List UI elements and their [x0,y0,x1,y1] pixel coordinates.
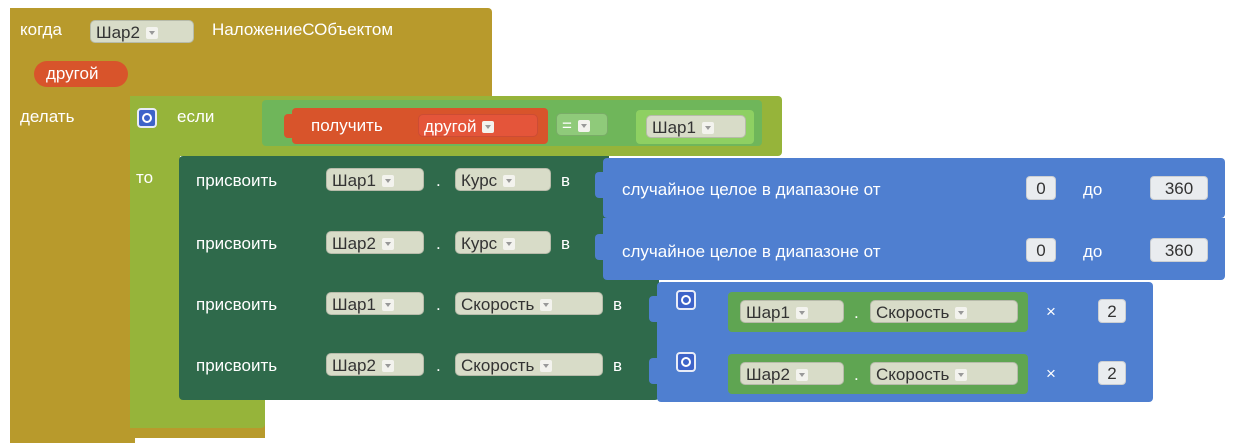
setter-property-dropdown[interactable]: Курс [455,168,551,191]
when-label: когда [20,20,62,39]
do-label: делать [20,107,75,126]
setter-label: присвоить [196,171,278,190]
if-mutator-gear-icon[interactable] [137,108,157,128]
get-variable-dropdown-label: другой [424,117,477,136]
component-dropdown-ball2[interactable]: Шар2 [90,20,194,43]
setter-property-label: Скорость [461,356,535,375]
getter-component-label: Шар1 [746,303,790,322]
dot-separator: . [854,365,859,384]
setter-property-label: Скорость [461,295,535,314]
get-variable-dropdown[interactable]: другой [418,114,538,137]
setter-label: присвоить [196,234,278,253]
multiply-factor-input[interactable]: 2 [1098,361,1126,385]
chevron-down-icon [795,368,808,381]
multiply-operator: × [1046,364,1056,383]
to-label: в [561,234,571,253]
component-block-dropdown[interactable]: Шар1 [646,115,746,138]
getter-component-label: Шар2 [746,365,790,384]
dot-separator: . [436,171,441,190]
compare-operator-label: = [562,116,572,135]
setter-property-dropdown[interactable]: Скорость [455,292,603,315]
setter-component-label: Шар2 [332,234,376,253]
get-label: получить [311,116,383,135]
random-integer-label: случайное целое в диапазоне от [622,180,881,199]
random-to-input[interactable]: 360 [1150,238,1208,262]
dot-separator: . [436,356,441,375]
chevron-down-icon [577,119,590,132]
getter-property-dropdown[interactable]: Скорость [870,300,1018,323]
param-other-label: другой [46,64,99,83]
setter-component-dropdown[interactable]: Шар1 [326,168,424,191]
random-to-word: до [1083,242,1103,261]
random-to-input[interactable]: 360 [1150,176,1208,200]
chevron-down-icon [955,306,968,319]
dot-separator: . [436,295,441,314]
setter-component-dropdown[interactable]: Шар2 [326,353,424,376]
chevron-down-icon [381,174,394,187]
random-integer-connector [595,234,603,260]
setter-property-dropdown[interactable]: Скорость [455,353,603,376]
chevron-down-icon [540,298,553,311]
setter-component-dropdown[interactable]: Шар1 [326,292,424,315]
chevron-down-icon [381,359,394,372]
event-name: НаложениеСОбъектом [212,20,394,39]
setter-property-dropdown[interactable]: Курс [455,231,551,254]
random-integer-label: случайное целое в диапазоне от [622,242,881,261]
chevron-down-icon [503,237,516,250]
setter-property-label: Курс [461,234,498,253]
component-dropdown-label: Шар2 [96,23,140,42]
multiply-mutator-gear-icon[interactable] [676,290,696,310]
to-label: в [613,356,623,375]
setter-component-label: Шар2 [332,356,376,375]
getter-property-label: Скорость [876,365,950,384]
chevron-down-icon [540,359,553,372]
random-from-input[interactable]: 0 [1026,238,1056,262]
getter-component-dropdown[interactable]: Шар2 [740,362,844,385]
to-label: в [561,171,571,190]
random-from-input[interactable]: 0 [1026,176,1056,200]
getter-property-dropdown[interactable]: Скорость [870,362,1018,385]
compare-operator-dropdown[interactable]: = [556,113,608,136]
if-label: если [177,107,215,126]
multiply-factor-input[interactable]: 2 [1098,299,1126,323]
then-label: то [136,168,154,187]
getter-property-label: Скорость [876,303,950,322]
getter-component-dropdown[interactable]: Шар1 [740,300,844,323]
chevron-down-icon [381,298,394,311]
setter-label: присвоить [196,295,278,314]
setter-property-label: Курс [461,171,498,190]
multiply-operator: × [1046,302,1056,321]
chevron-down-icon [955,368,968,381]
dot-separator: . [436,234,441,253]
to-label: в [613,295,623,314]
random-to-word: до [1083,180,1103,199]
setter-component-dropdown[interactable]: Шар2 [326,231,424,254]
multiply-mutator-gear-icon[interactable] [676,352,696,372]
component-block-label: Шар1 [652,118,696,137]
random-integer-connector [595,172,603,198]
multiply-connector [649,358,657,384]
chevron-down-icon [503,174,516,187]
multiply-connector [649,296,657,322]
chevron-down-icon [482,120,495,133]
chevron-down-icon [701,121,714,134]
setter-component-label: Шар1 [332,295,376,314]
get-variable-connector [284,114,292,138]
chevron-down-icon [145,26,158,39]
dot-separator: . [854,303,859,322]
setter-label: присвоить [196,356,278,375]
chevron-down-icon [381,237,394,250]
chevron-down-icon [795,306,808,319]
setter-component-label: Шар1 [332,171,376,190]
